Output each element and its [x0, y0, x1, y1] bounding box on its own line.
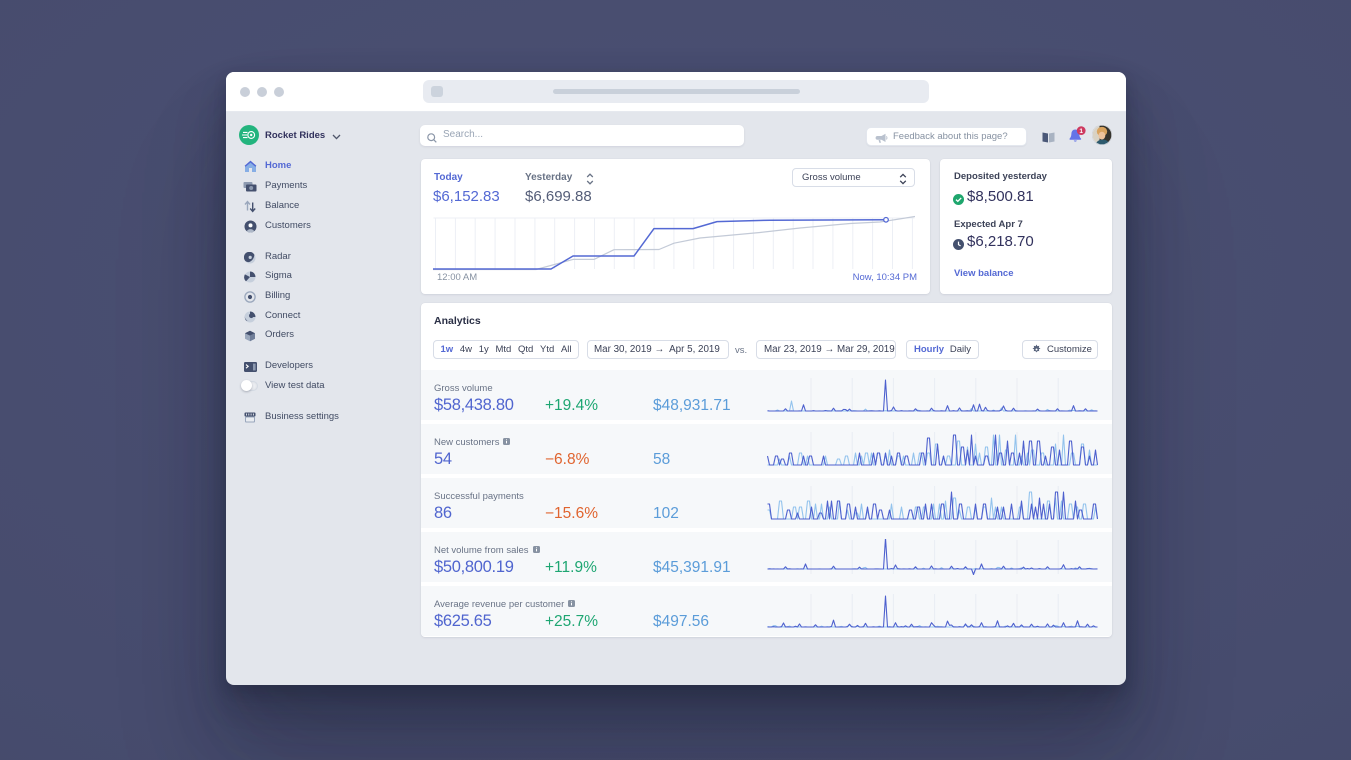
svg-text:1: 1	[1079, 128, 1083, 135]
